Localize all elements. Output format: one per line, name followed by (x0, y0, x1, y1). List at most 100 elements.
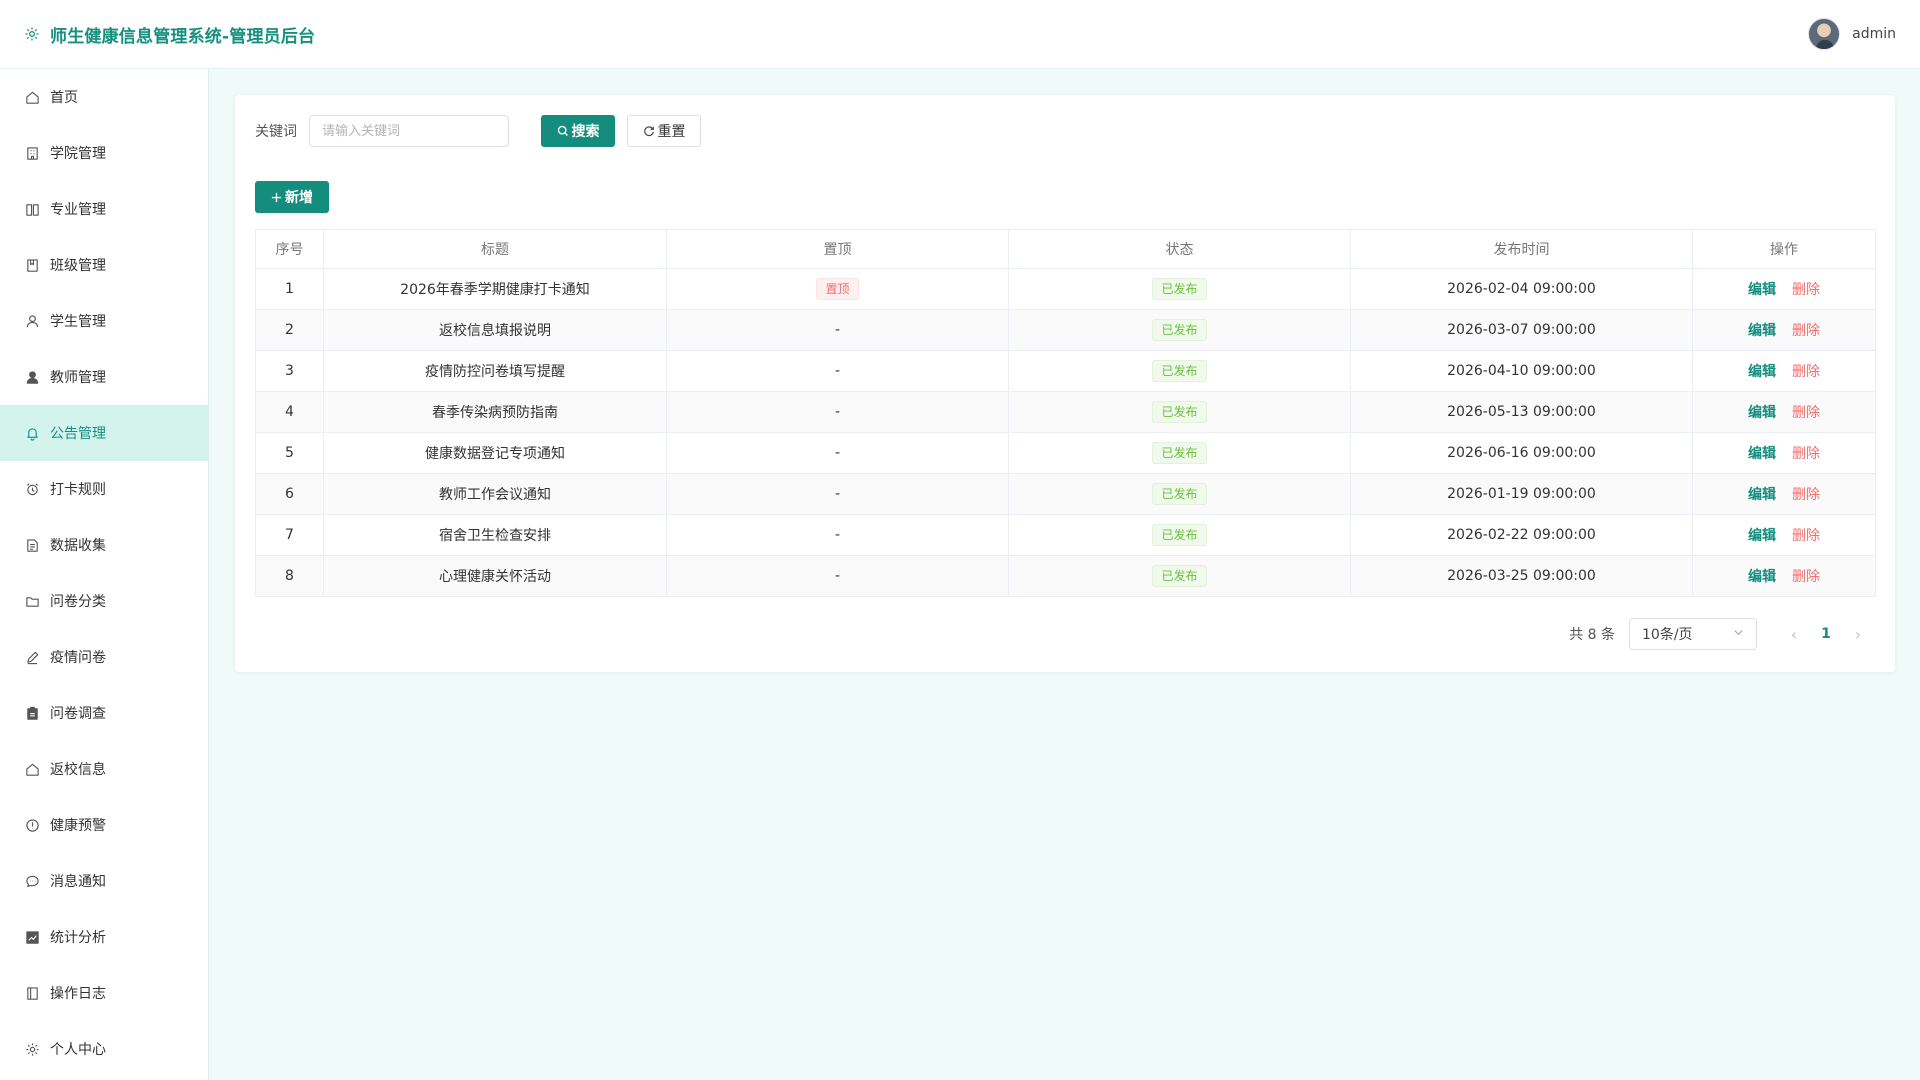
row-actions: 编辑 删除 (1692, 350, 1876, 392)
row-actions: 编辑 删除 (1692, 473, 1876, 515)
sidebar-item-label: 统计分析 (50, 930, 106, 946)
delete-button[interactable]: 删除 (1792, 569, 1820, 585)
sidebar-item[interactable]: 公告管理 (0, 405, 208, 461)
user-filled-icon (24, 369, 40, 385)
col-time-header: 发布时间 (1350, 229, 1693, 269)
sidebar-item-label: 首页 (50, 90, 78, 106)
keyword-input[interactable] (309, 115, 509, 147)
sidebar-item[interactable]: 专业管理 (0, 181, 208, 237)
sidebar-item[interactable]: 健康预警 (0, 797, 208, 853)
sidebar-item[interactable]: 教师管理 (0, 349, 208, 405)
edit-button[interactable]: 编辑 (1748, 487, 1776, 503)
delete-button[interactable]: 删除 (1792, 487, 1820, 503)
row-title: 春季传染病预防指南 (323, 391, 667, 433)
table-row: 3 疫情防控问卷填写提醒 - 已发布 2026-04-10 09:00:00 编辑 删除 (255, 350, 1876, 392)
alarm-clock-icon (24, 481, 40, 497)
row-number: 2 (255, 309, 324, 351)
reset-button[interactable]: 重置 (627, 115, 701, 147)
prev-page-icon[interactable]: ‹ (1779, 625, 1809, 644)
edit-button[interactable]: 编辑 (1748, 405, 1776, 421)
warning-icon (24, 817, 40, 833)
edit-button[interactable]: 编辑 (1748, 569, 1776, 585)
row-number: 8 (255, 555, 324, 597)
delete-button[interactable]: 删除 (1792, 323, 1820, 339)
edit-button[interactable]: 编辑 (1748, 282, 1776, 298)
house-icon (24, 761, 40, 777)
sidebar-item[interactable]: 首页 (0, 69, 208, 125)
delete-button[interactable]: 删除 (1792, 446, 1820, 462)
row-status: 已发布 (1008, 309, 1351, 351)
top-header: 师生健康信息管理系统-管理员后台 admin (0, 0, 1920, 69)
avatar[interactable] (1808, 18, 1841, 50)
pagination: 共 8 条 10条/页 ‹ 1 › (1569, 618, 1873, 650)
chart-icon (24, 929, 40, 945)
col-title-header: 标题 (323, 229, 667, 269)
sidebar-item[interactable]: 统计分析 (0, 909, 208, 965)
row-status: 已发布 (1008, 514, 1351, 556)
sidebar-item[interactable]: 打卡规则 (0, 461, 208, 517)
sidebar-item[interactable]: 班级管理 (0, 237, 208, 293)
log-book-icon (24, 985, 40, 1001)
col-no-header: 序号 (255, 229, 324, 269)
row-time: 2026-01-19 09:00:00 (1350, 473, 1693, 515)
sidebar-item[interactable]: 个人中心 (0, 1021, 208, 1077)
sidebar-item-label: 学生管理 (50, 314, 106, 330)
sidebar-item[interactable]: 返校信息 (0, 741, 208, 797)
sidebar-item[interactable]: 操作日志 (0, 965, 208, 1021)
sidebar-item-label: 疫情问卷 (50, 650, 106, 666)
sidebar-item[interactable]: 学生管理 (0, 293, 208, 349)
add-button-label: 新增 (285, 190, 313, 206)
page-size-select[interactable]: 10条/页 (1629, 618, 1757, 650)
add-button[interactable]: 新增 (255, 181, 329, 213)
row-actions: 编辑 删除 (1692, 391, 1876, 433)
edit-button[interactable]: 编辑 (1748, 323, 1776, 339)
sidebar-item[interactable]: 消息通知 (0, 853, 208, 909)
delete-button[interactable]: 删除 (1792, 364, 1820, 380)
sidebar-item[interactable]: 数据收集 (0, 517, 208, 573)
sidebar-item-label: 健康预警 (50, 818, 106, 834)
row-number: 4 (255, 391, 324, 433)
row-pin: - (666, 555, 1009, 597)
pin-text: - (834, 363, 841, 379)
row-pin: - (666, 350, 1009, 392)
search-icon (557, 125, 568, 136)
pin-badge: 置顶 (816, 278, 859, 300)
row-time: 2026-02-04 09:00:00 (1350, 268, 1693, 310)
next-page-icon[interactable]: › (1843, 625, 1873, 644)
row-status: 已发布 (1008, 391, 1351, 433)
bell-icon (24, 425, 40, 441)
row-actions: 编辑 删除 (1692, 309, 1876, 351)
sidebar-item-label: 个人中心 (50, 1042, 106, 1058)
document-icon (24, 537, 40, 553)
announcement-panel: 关键词 搜索 重置 新增 序号 标题 置顶 状态 发布时间 操作 (235, 95, 1895, 672)
delete-button[interactable]: 删除 (1792, 282, 1820, 298)
sidebar-item[interactable]: 问卷调查 (0, 685, 208, 741)
app-title: 师生健康信息管理系统-管理员后台 (50, 26, 316, 47)
sidebar-item[interactable]: 学院管理 (0, 125, 208, 181)
sidebar-item[interactable]: 疫情问卷 (0, 629, 208, 685)
sidebar-item-label: 返校信息 (50, 762, 106, 778)
delete-button[interactable]: 删除 (1792, 405, 1820, 421)
row-time: 2026-06-16 09:00:00 (1350, 432, 1693, 474)
user-menu[interactable]: admin (1808, 18, 1896, 50)
edit-button[interactable]: 编辑 (1748, 528, 1776, 544)
page-number[interactable]: 1 (1809, 626, 1843, 642)
row-title: 疫情防控问卷填写提醒 (323, 350, 667, 392)
notebook-icon (24, 257, 40, 273)
status-badge: 已发布 (1152, 524, 1207, 546)
username[interactable]: admin (1852, 26, 1896, 42)
sidebar-item[interactable]: 问卷分类 (0, 573, 208, 629)
delete-button[interactable]: 删除 (1792, 528, 1820, 544)
row-status: 已发布 (1008, 555, 1351, 597)
announcement-table: 序号 标题 置顶 状态 发布时间 操作 1 2026年春季学期健康打卡通知 置顶 已发… (255, 229, 1876, 597)
edit-button[interactable]: 编辑 (1748, 364, 1776, 380)
table-row: 4 春季传染病预防指南 - 已发布 2026-05-13 09:00:00 编辑 删除 (255, 391, 1876, 433)
edit-button[interactable]: 编辑 (1748, 446, 1776, 462)
search-button[interactable]: 搜索 (541, 115, 615, 147)
sidebar-item-label: 公告管理 (50, 426, 106, 442)
status-badge: 已发布 (1152, 565, 1207, 587)
row-actions: 编辑 删除 (1692, 432, 1876, 474)
col-action-header: 操作 (1692, 229, 1876, 269)
status-badge: 已发布 (1152, 278, 1207, 300)
row-title: 返校信息填报说明 (323, 309, 667, 351)
